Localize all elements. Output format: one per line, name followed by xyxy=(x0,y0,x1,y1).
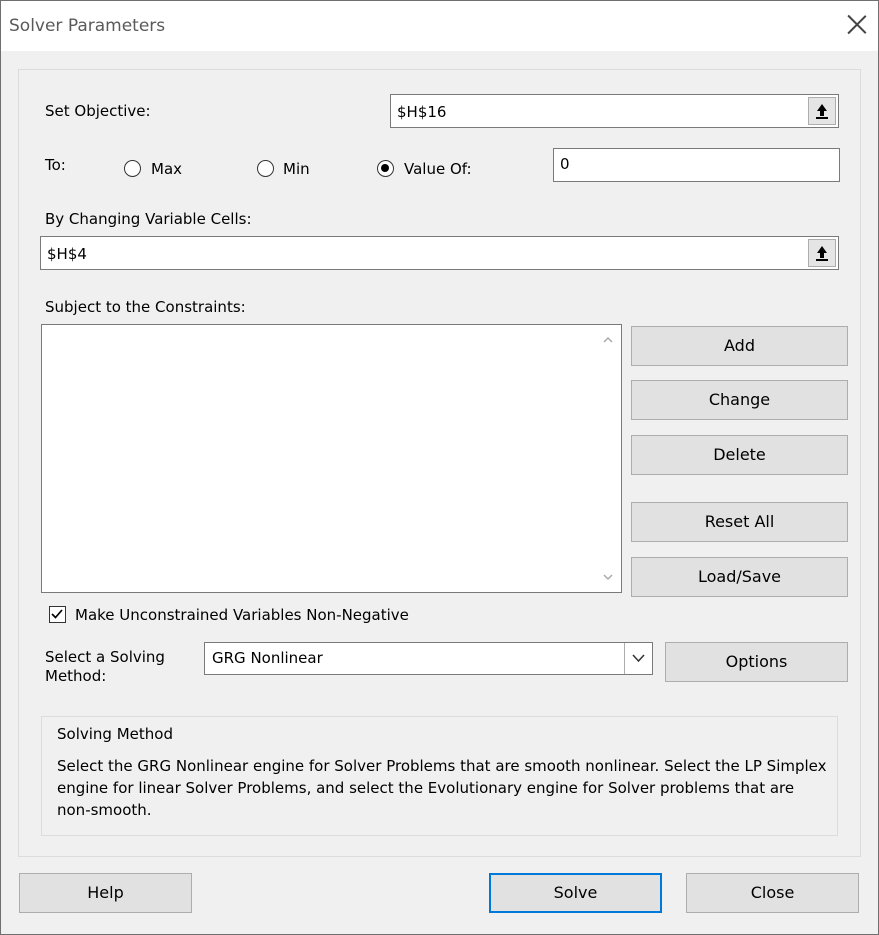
load-save-button[interactable]: Load/Save xyxy=(631,557,848,597)
close-button-label: Close xyxy=(750,883,795,902)
chevron-down-icon xyxy=(632,654,645,663)
value-of-input[interactable]: 0 xyxy=(553,148,840,182)
collapse-dialog-icon xyxy=(816,246,828,261)
constraints-list[interactable] xyxy=(41,324,622,593)
set-objective-value: $H$16 xyxy=(397,103,447,121)
solving-method-group: Solving Method Select the GRG Nonlinear … xyxy=(41,716,838,836)
set-objective-label: Set Objective: xyxy=(45,102,151,120)
solving-method-title: Solving Method xyxy=(57,725,173,743)
solver-parameters-dialog: Solver Parameters Set Objective: $H$16 T… xyxy=(0,0,879,935)
options-button[interactable]: Options xyxy=(665,642,848,682)
scroll-up-icon[interactable] xyxy=(603,335,613,345)
max-radio-label[interactable]: Max xyxy=(151,160,182,178)
changing-cells-collapse-button[interactable] xyxy=(808,239,836,267)
add-button-label: Add xyxy=(724,336,755,355)
max-radio[interactable] xyxy=(124,160,141,177)
collapse-dialog-icon xyxy=(816,104,828,119)
checkmark-icon xyxy=(51,609,63,619)
nonneg-checkbox[interactable] xyxy=(49,606,66,623)
changing-cells-label: By Changing Variable Cells: xyxy=(45,210,252,228)
value-of-value: 0 xyxy=(560,155,570,173)
solving-method-value: GRG Nonlinear xyxy=(212,649,323,667)
value-of-radio-label[interactable]: Value Of: xyxy=(404,160,472,178)
load-save-button-label: Load/Save xyxy=(697,567,782,586)
set-objective-collapse-button[interactable] xyxy=(808,97,836,125)
solve-button[interactable]: Solve xyxy=(489,873,662,913)
solve-button-label: Solve xyxy=(553,883,598,902)
min-radio[interactable] xyxy=(257,160,274,177)
solving-method-description: Select the GRG Nonlinear engine for Solv… xyxy=(57,757,827,819)
options-button-label: Options xyxy=(725,652,788,671)
reset-all-button-label: Reset All xyxy=(704,512,775,531)
dropdown-button[interactable] xyxy=(624,643,652,674)
changing-cells-value: $H$4 xyxy=(47,245,87,263)
help-button-label: Help xyxy=(87,883,124,902)
close-icon[interactable] xyxy=(846,13,868,35)
method-label-line1: Select a Solving xyxy=(45,648,165,666)
close-button[interactable]: Close xyxy=(686,873,859,913)
changing-cells-input[interactable]: $H$4 xyxy=(40,236,839,270)
constraints-label: Subject to the Constraints: xyxy=(45,298,246,316)
scroll-down-icon[interactable] xyxy=(603,572,613,582)
delete-button-label: Delete xyxy=(713,445,766,464)
method-label-line2: Method: xyxy=(45,667,107,685)
to-label: To: xyxy=(45,156,66,174)
solving-method-select[interactable]: GRG Nonlinear xyxy=(204,642,653,675)
change-button-label: Change xyxy=(708,390,771,409)
nonneg-label[interactable]: Make Unconstrained Variables Non-Negativ… xyxy=(75,606,409,624)
add-button[interactable]: Add xyxy=(631,326,848,366)
set-objective-input[interactable]: $H$16 xyxy=(390,94,839,128)
reset-all-button[interactable]: Reset All xyxy=(631,502,848,542)
main-panel: Set Objective: $H$16 To: Max Min Value O… xyxy=(18,69,861,857)
value-of-radio[interactable] xyxy=(377,160,394,177)
window-title: Solver Parameters xyxy=(9,16,166,36)
title-bar: Solver Parameters xyxy=(1,1,878,51)
min-radio-label[interactable]: Min xyxy=(283,160,310,178)
change-button[interactable]: Change xyxy=(631,380,848,420)
delete-button[interactable]: Delete xyxy=(631,435,848,475)
help-button[interactable]: Help xyxy=(19,873,192,913)
